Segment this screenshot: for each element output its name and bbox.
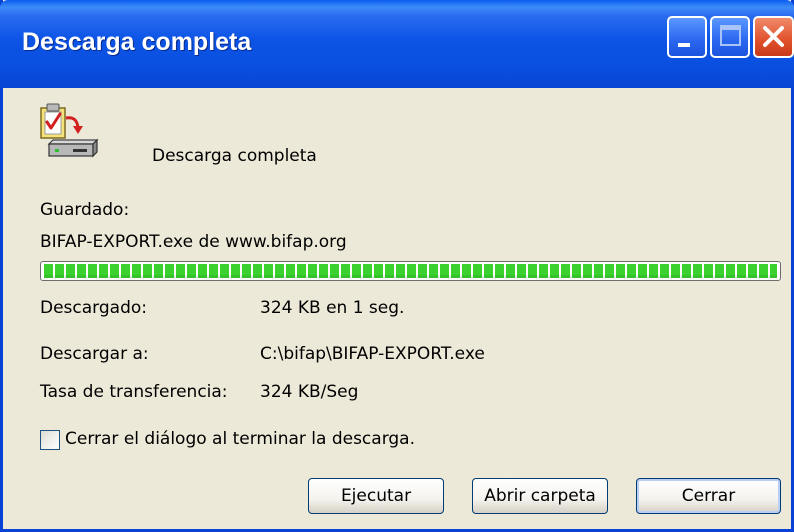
- saved-label: Guardado:: [40, 200, 130, 220]
- close-window-button[interactable]: [753, 16, 794, 58]
- download-to-value: C:\bifap\BIFAP-EXPORT.exe: [260, 344, 485, 364]
- close-button[interactable]: Cerrar: [636, 478, 781, 514]
- transfer-rate-label: Tasa de transferencia:: [40, 382, 228, 402]
- dialog-content: Descarga completa Guardado: BIFAP-EXPORT…: [3, 88, 791, 529]
- download-progress-bar: [40, 261, 781, 281]
- title-bar[interactable]: Descarga completa: [0, 0, 794, 88]
- maximize-button[interactable]: [710, 16, 750, 58]
- run-button[interactable]: Ejecutar: [308, 478, 444, 514]
- minimize-icon: [678, 43, 690, 47]
- download-complete-icon: [40, 103, 99, 158]
- close-when-done-label[interactable]: Cerrar el diálogo al terminar la descarg…: [65, 429, 415, 449]
- saved-file-line: BIFAP-EXPORT.exe de www.bifap.org: [40, 232, 347, 252]
- progress-fill: [44, 264, 777, 278]
- download-dialog-window: Descarga completa Descarga completa Guar…: [0, 0, 794, 532]
- open-folder-button[interactable]: Abrir carpeta: [472, 478, 608, 514]
- maximize-icon: [720, 25, 741, 46]
- downloaded-label: Descargado:: [40, 298, 147, 318]
- transfer-rate-value: 324 KB/Seg: [260, 382, 359, 402]
- status-message: Descarga completa: [152, 146, 317, 166]
- close-when-done-checkbox[interactable]: [40, 430, 60, 450]
- download-to-label: Descargar a:: [40, 344, 149, 364]
- downloaded-value: 324 KB en 1 seg.: [260, 298, 405, 318]
- minimize-button[interactable]: [667, 16, 707, 58]
- close-icon: [763, 26, 784, 47]
- window-title: Descarga completa: [22, 28, 252, 56]
